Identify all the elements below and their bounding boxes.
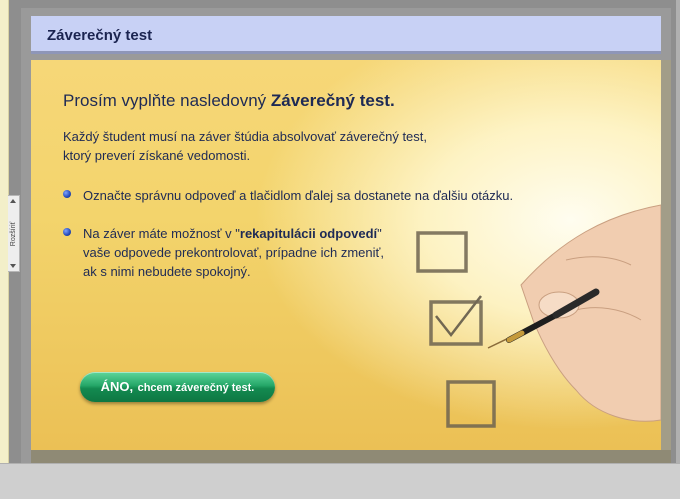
expand-label: Rozšíriť [10,221,17,247]
bullet-icon [63,228,71,236]
bullet2-pre: Na záver máte možnosť v " [83,226,240,241]
checklist-hand-illustration [416,204,661,428]
checkbox-1-icon [416,231,468,273]
start-test-strong: ÁNO, [100,379,134,394]
start-test-button[interactable]: ÁNO, chcem záverečný test. [80,372,275,402]
checkbox-2-icon [429,300,483,346]
bullet-text-2: Na záver máte možnosť v "rekapitulácii o… [83,224,384,281]
start-test-rest: chcem záverečný test. [137,382,255,394]
bullet2-line-2: vaše odpovede prekontrolovať, prípadne i… [83,245,384,260]
bottom-bar [0,463,680,499]
slide-shadow-bottom [31,450,671,463]
headline-normal: Prosím vyplňte nasledovný [63,91,267,110]
intro-slide: Prosím vyplňte nasledovný Záverečný test… [31,60,661,450]
arrow-down-icon [10,264,16,268]
page-title: Záverečný test [47,27,153,44]
bullet-icon [63,190,71,198]
slide-shadow-right [661,60,671,450]
page-header: Záverečný test [31,16,661,54]
checkbox-3-icon [446,380,496,428]
bullet2-line-3: ak s nimi nebudete spokojný. [83,264,251,279]
expand-panel-tab[interactable]: Rozšíriť [8,195,20,272]
arrow-up-icon [10,199,16,203]
slide-headline: Prosím vyplňte nasledovný Záverečný test… [63,91,395,111]
bullet2-bold: rekapitulácii odpovedí [239,226,378,241]
bullet2-post: " [377,226,382,241]
right-edge [676,0,680,463]
headline-bold: Záverečný test. [270,91,395,110]
